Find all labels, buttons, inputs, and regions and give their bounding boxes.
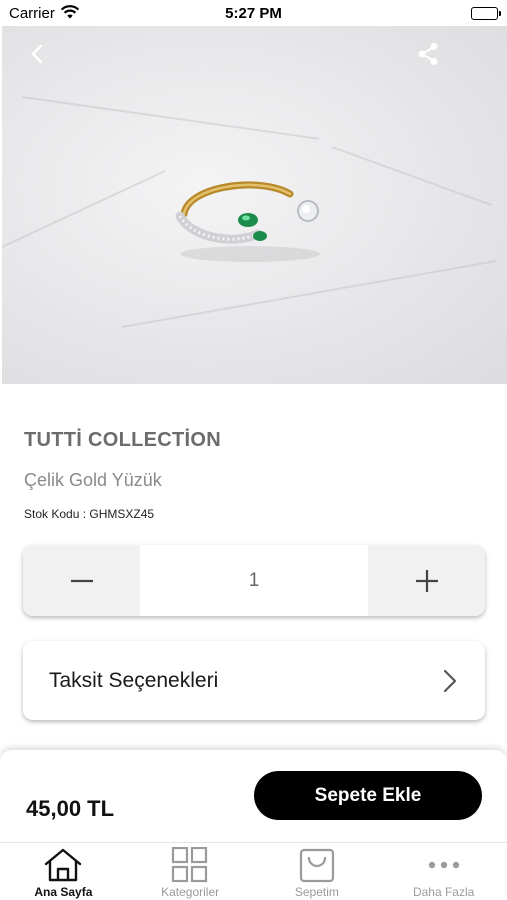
installment-label: Taksit Seçenekleri [49,668,219,692]
tab-categories[interactable]: Kategoriler [127,843,254,900]
share-icon [418,43,438,65]
cart-panel: 45,00 TL Sepete Ekle [0,750,507,842]
bag-icon [299,848,334,883]
increase-quantity-button[interactable] [368,545,485,616]
plus-icon [415,569,438,592]
tab-home-label: Ana Sayfa [34,885,93,899]
home-icon [45,848,82,882]
add-to-cart-button[interactable]: Sepete Ekle [254,771,482,820]
grid-icon [172,847,208,883]
bottom-tab-bar: Ana Sayfa Kategoriler Sepetim Daha Fazla [0,842,507,900]
quantity-value[interactable]: 1 [140,545,368,616]
ring-photo [175,181,320,262]
tab-cart[interactable]: Sepetim [254,843,381,900]
product-sku: Stok Kodu : GHMSXZ45 [24,507,155,521]
tab-categories-label: Kategoriler [161,885,220,899]
tab-home[interactable]: Ana Sayfa [0,843,127,900]
minus-icon [70,579,93,582]
clock: 5:27 PM [225,5,282,22]
tab-more[interactable]: Daha Fazla [380,843,507,900]
battery-icon [471,7,501,20]
installment-options-button[interactable]: Taksit Seçenekleri [23,641,485,720]
share-button[interactable] [415,40,441,68]
chevron-right-icon [443,669,457,692]
product-brand: TUTTİ COLLECTİON [24,429,221,451]
quantity-stepper: 1 [23,545,485,616]
back-button[interactable] [24,40,52,68]
tab-more-label: Daha Fazla [412,885,475,899]
product-image [2,26,507,384]
product-name: Çelik Gold Yüzük [24,470,162,490]
status-bar: Carrier 5:27 PM [0,0,507,26]
more-icon [428,861,459,869]
product-price: 45,00 TL [26,796,115,821]
decrease-quantity-button[interactable] [23,545,140,616]
tab-cart-label: Sepetim [294,885,339,899]
chevron-left-icon [31,44,43,64]
